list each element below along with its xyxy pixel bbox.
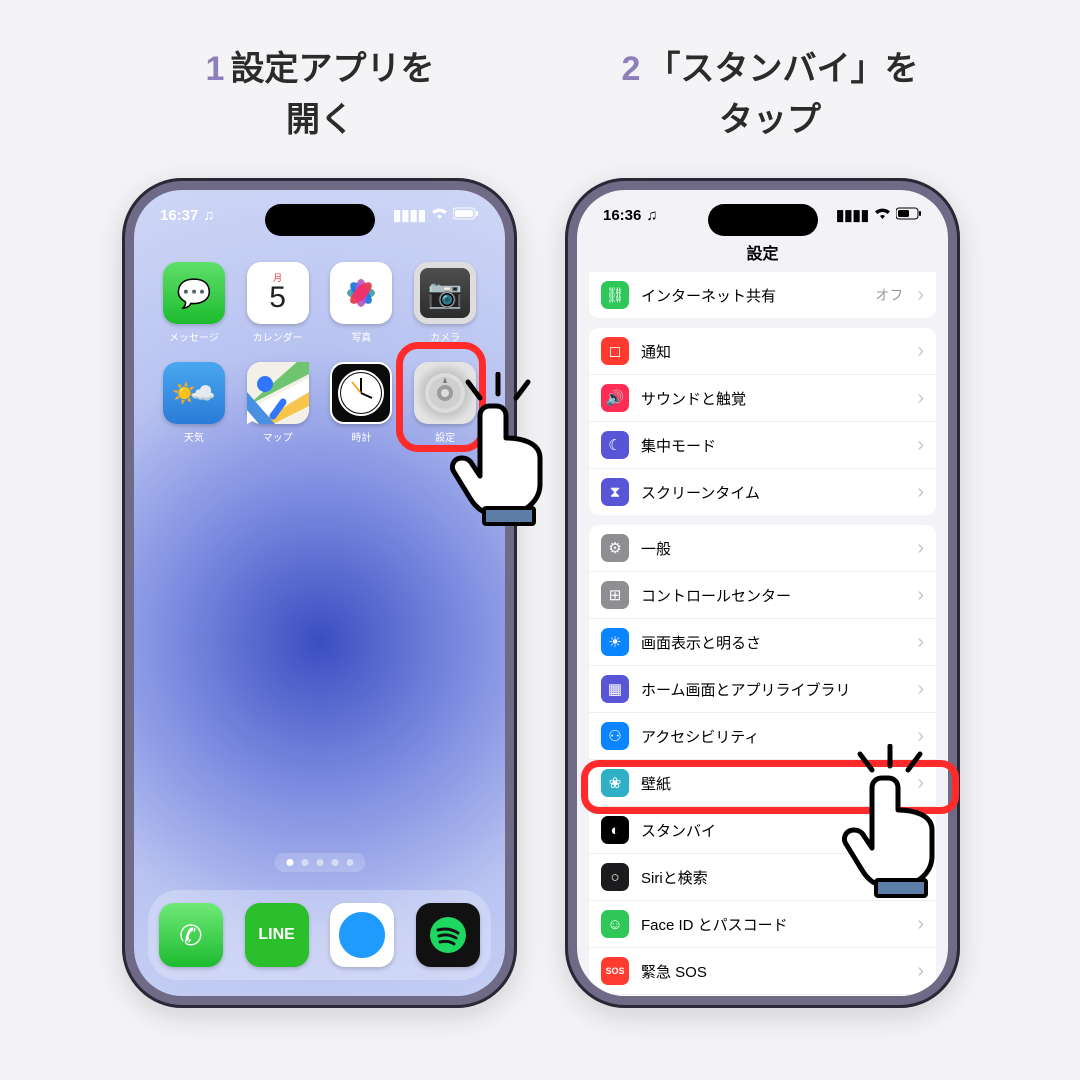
- signal-icon: ▮▮▮▮: [393, 206, 426, 224]
- headphones-icon: ♫: [646, 207, 657, 224]
- chevron-right-icon: ›: [917, 285, 924, 305]
- home-app-weather[interactable]: ☀️☁️ 天気: [152, 362, 236, 444]
- row-label: 集中モード: [641, 435, 905, 456]
- row-icon: ⚙: [601, 534, 629, 562]
- battery-icon: [896, 207, 922, 224]
- home-app-calendar[interactable]: 月5 カレンダー: [236, 262, 320, 344]
- row-label: コントロールセンター: [641, 585, 905, 606]
- signal-icon: ▮▮▮▮: [836, 206, 869, 224]
- clock-icon[interactable]: [330, 362, 392, 424]
- tap-hand-icon: [438, 372, 578, 532]
- spotify-icon[interactable]: [416, 903, 480, 967]
- row-icon: ⛓: [601, 281, 629, 309]
- home-app-messages[interactable]: 💬 メッセージ: [152, 262, 236, 344]
- chevron-right-icon: ›: [917, 435, 924, 455]
- home-app-maps[interactable]: マップ: [236, 362, 320, 444]
- phone-home: 16:37 ♫ ▮▮▮▮ 💬 メッセージ 月5 カレンダー 写真 📷 カメラ ☀️☁️ 天気 マッ…: [122, 178, 517, 1008]
- dynamic-island: [708, 204, 818, 236]
- settings-row-コントロールセンター[interactable]: ⊞ コントロールセンター ›: [589, 572, 936, 619]
- chevron-right-icon: ›: [917, 914, 924, 934]
- app-label: メッセージ: [169, 329, 219, 344]
- settings-row-サウンドと触覚[interactable]: 🔊 サウンドと触覚 ›: [589, 375, 936, 422]
- home-app-clock[interactable]: 時計: [320, 362, 404, 444]
- chevron-right-icon: ›: [917, 726, 924, 746]
- row-icon: ○: [601, 863, 629, 891]
- row-icon: ▦: [601, 675, 629, 703]
- row-label: 一般: [641, 538, 905, 559]
- row-icon: ◻: [601, 337, 629, 365]
- battery-icon: [453, 207, 479, 224]
- settings-row-接触通知[interactable]: ☀接触通知›: [589, 995, 936, 996]
- settings-row-画面表示と明るさ[interactable]: ☀ 画面表示と明るさ ›: [589, 619, 936, 666]
- settings-title: 設定: [577, 240, 948, 264]
- chevron-right-icon: ›: [917, 482, 924, 502]
- row-label: スクリーンタイム: [641, 482, 905, 503]
- chevron-right-icon: ›: [917, 341, 924, 361]
- page-indicator[interactable]: [274, 853, 365, 872]
- row-icon: ⚇: [601, 722, 629, 750]
- row-icon: ❀: [601, 769, 629, 797]
- row-label: 緊急 SOS: [641, 961, 905, 982]
- home-app-photos[interactable]: 写真: [320, 262, 404, 344]
- home-app-camera[interactable]: 📷 カメラ: [403, 262, 487, 344]
- safari-icon[interactable]: [330, 903, 394, 967]
- row-label: インターネット共有: [641, 285, 863, 306]
- chevron-right-icon: ›: [917, 632, 924, 652]
- settings-row-集中モード[interactable]: ☾ 集中モード ›: [589, 422, 936, 469]
- chevron-right-icon: ›: [917, 961, 924, 981]
- row-label: Face ID とパスコード: [641, 914, 905, 935]
- row-icon: 🔊: [601, 384, 629, 412]
- phone-icon[interactable]: ✆: [159, 903, 223, 967]
- chevron-right-icon: ›: [917, 679, 924, 699]
- row-label: 通知: [641, 341, 905, 362]
- row-icon: ☺: [601, 910, 629, 938]
- dock: ✆ LINE: [148, 890, 491, 980]
- settings-row-スクリーンタイム[interactable]: ⧗ スクリーンタイム ›: [589, 469, 936, 515]
- wifi-icon: [874, 207, 891, 224]
- row-icon: ☾: [601, 431, 629, 459]
- row-icon: ☀: [601, 628, 629, 656]
- status-time: 16:37: [160, 207, 198, 224]
- wifi-icon: [431, 207, 448, 224]
- settings-row-Face ID とパスコード[interactable]: ☺ Face ID とパスコード ›: [589, 901, 936, 948]
- maps-icon[interactable]: [247, 362, 309, 424]
- settings-row-緊急 SOS[interactable]: SOS 緊急 SOS ›: [589, 948, 936, 995]
- row-icon: ◐: [601, 816, 629, 844]
- calendar-icon[interactable]: 月5: [247, 262, 309, 324]
- dynamic-island: [265, 204, 375, 236]
- row-label: サウンドと触覚: [641, 388, 905, 409]
- camera-icon[interactable]: 📷: [414, 262, 476, 324]
- chevron-right-icon: ›: [917, 538, 924, 558]
- settings-row-インターネット共有[interactable]: ⛓ インターネット共有オフ ›: [589, 272, 936, 318]
- headphones-icon: ♫: [203, 207, 214, 224]
- settings-row-ホーム画面とアプリライブラリ[interactable]: ▦ ホーム画面とアプリライブラリ ›: [589, 666, 936, 713]
- app-label: マップ: [263, 429, 293, 444]
- row-value: オフ: [875, 285, 903, 305]
- status-time: 16:36: [603, 207, 641, 224]
- row-label: 画面表示と明るさ: [641, 632, 905, 653]
- app-label: カメラ: [430, 329, 460, 344]
- app-label: 時計: [351, 429, 371, 444]
- chevron-right-icon: ›: [917, 585, 924, 605]
- chevron-right-icon: ›: [917, 388, 924, 408]
- app-label: カレンダー: [253, 329, 303, 344]
- settings-row-通知[interactable]: ◻ 通知 ›: [589, 328, 936, 375]
- tap-hand-icon: [830, 744, 970, 904]
- photos-icon[interactable]: [330, 262, 392, 324]
- weather-icon[interactable]: ☀️☁️: [163, 362, 225, 424]
- settings-row-一般[interactable]: ⚙ 一般 ›: [589, 525, 936, 572]
- step-1-title: 1設定アプリを 開く: [120, 44, 520, 146]
- row-label: ホーム画面とアプリライブラリ: [641, 679, 905, 700]
- messages-icon[interactable]: 💬: [163, 262, 225, 324]
- row-icon: ⊞: [601, 581, 629, 609]
- row-icon: ⧗: [601, 478, 629, 506]
- step-2-title: 2「スタンバイ」を タップ: [570, 44, 970, 146]
- row-icon: SOS: [601, 957, 629, 985]
- app-label: 天気: [184, 429, 204, 444]
- line-icon[interactable]: LINE: [245, 903, 309, 967]
- app-label: 写真: [351, 329, 371, 344]
